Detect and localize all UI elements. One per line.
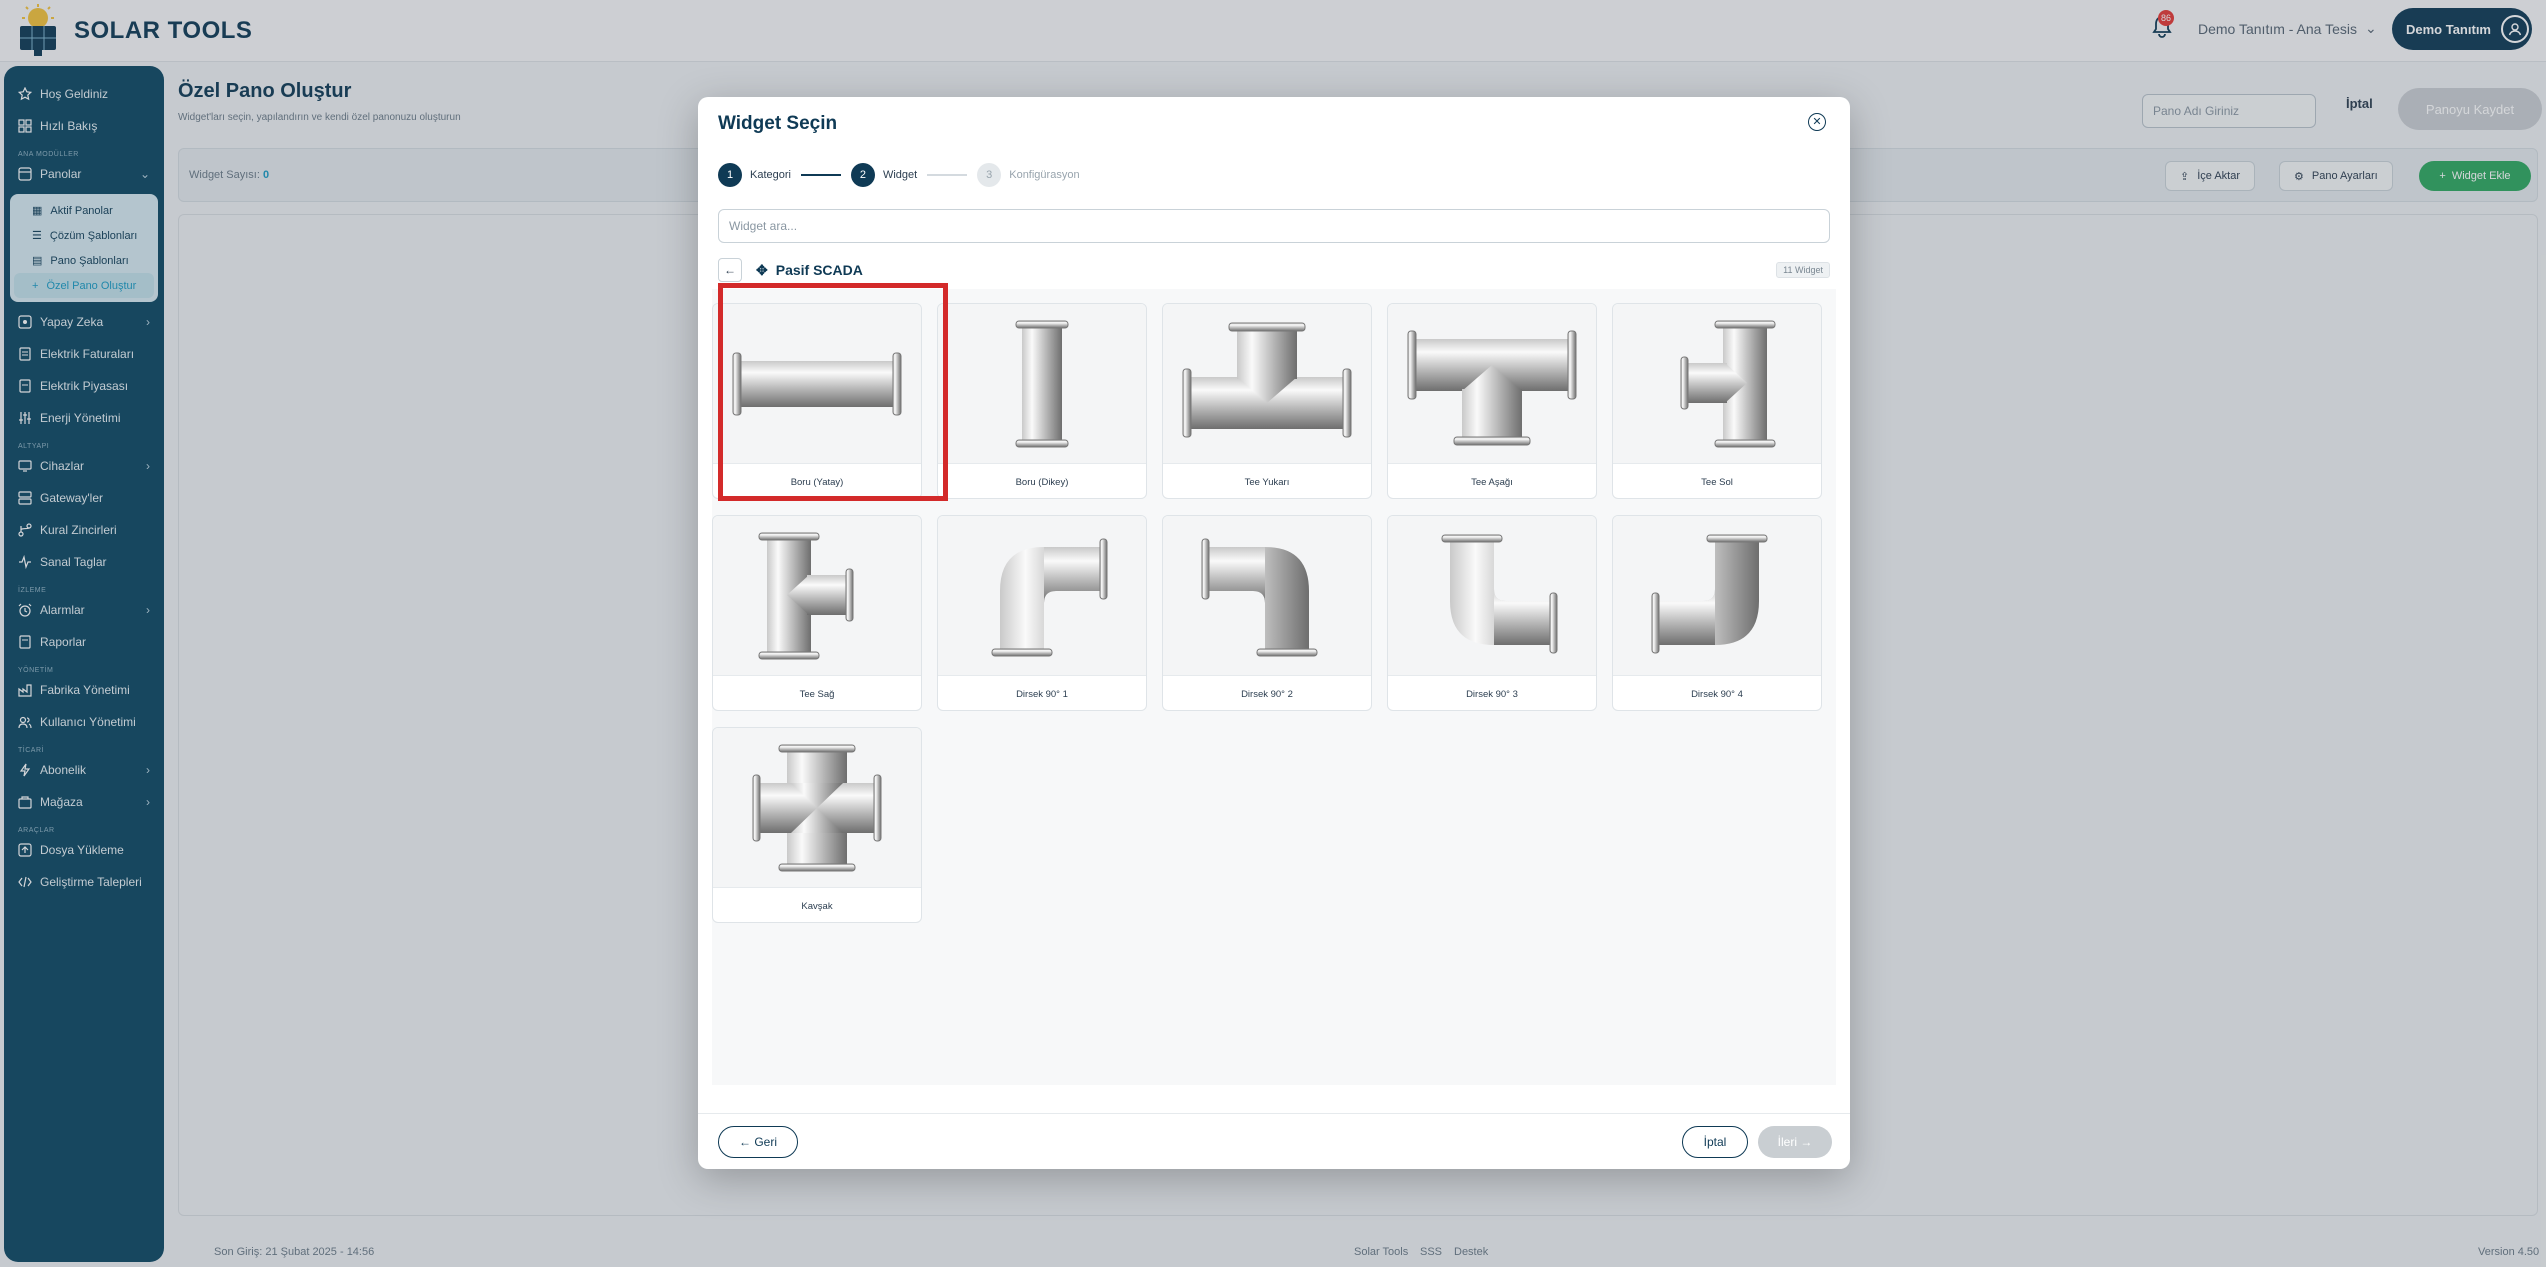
- widget-label: Boru (Dikey): [1015, 476, 1069, 488]
- widget-label: Dirsek 90° 1: [1016, 688, 1068, 700]
- tee-right-icon: [758, 532, 854, 659]
- widget-label: Dirsek 90° 3: [1466, 688, 1518, 700]
- widget-card-elbow-2[interactable]: Dirsek 90° 2: [1162, 515, 1372, 711]
- modal-title: Widget Seçin: [718, 113, 838, 134]
- widget-preview: [1388, 516, 1596, 676]
- widget-preview: [1388, 304, 1596, 464]
- junction-icon: [752, 744, 882, 871]
- widget-preview: [938, 516, 1146, 676]
- step-1-label: Kategori: [750, 169, 791, 181]
- stepper: 1 Kategori 2 Widget 3 Konfigürasyon: [718, 163, 1080, 187]
- widget-preview: [1613, 516, 1821, 676]
- category-widget-count: 11 Widget: [1776, 262, 1830, 278]
- step-connector: [927, 174, 968, 176]
- elbow-2-icon: [1201, 538, 1318, 656]
- tee-down-icon: [1407, 330, 1577, 445]
- widget-label: Tee Yukarı: [1244, 476, 1290, 488]
- widget-card-elbow-4[interactable]: Dirsek 90° 4: [1612, 515, 1822, 711]
- step-1-dot: 1: [718, 163, 742, 187]
- tee-left-icon: [1680, 320, 1776, 447]
- step-2-dot: 2: [850, 163, 875, 187]
- elbow-1-icon: [991, 538, 1108, 656]
- widget-label: Kavşak: [801, 900, 833, 912]
- modal-cancel-button[interactable]: İptal: [1682, 1126, 1748, 1158]
- category-header: ← ✥ Pasif SCADA 11 Widget: [718, 255, 1830, 285]
- widget-card-elbow-3[interactable]: Dirsek 90° 3: [1387, 515, 1597, 711]
- widget-preview: [1163, 516, 1371, 676]
- selected-widget-highlight: [718, 283, 948, 501]
- widget-preview: [1163, 304, 1371, 464]
- widget-preview: [713, 516, 921, 676]
- elbow-3-icon: [1441, 534, 1558, 653]
- widget-card-tee-right[interactable]: Tee Sağ: [712, 515, 922, 711]
- step-3-label: Konfigürasyon: [1009, 169, 1080, 181]
- widget-select-modal: Widget Seçin ✕ 1 Kategori 2 Widget 3 Kon…: [698, 97, 1850, 1169]
- widget-preview: [713, 728, 921, 888]
- widget-card-pipe-vertical[interactable]: Boru (Dikey): [937, 303, 1147, 499]
- widget-card-elbow-1[interactable]: Dirsek 90° 1: [937, 515, 1147, 711]
- widget-preview: [1613, 304, 1821, 464]
- elbow-4-icon: [1651, 534, 1768, 653]
- widget-search-input[interactable]: Widget ara...: [718, 209, 1830, 243]
- widget-card-tee-down[interactable]: Tee Aşağı: [1387, 303, 1597, 499]
- widget-card-tee-up[interactable]: Tee Yukarı: [1162, 303, 1372, 499]
- next-button[interactable]: İleri →: [1758, 1126, 1832, 1158]
- widget-label: Dirsek 90° 2: [1241, 688, 1293, 700]
- category-title: ✥ Pasif SCADA: [756, 262, 863, 279]
- pipe-vertical-icon: [1015, 320, 1069, 447]
- move-icon: ✥: [756, 261, 768, 278]
- widget-card-tee-left[interactable]: Tee Sol: [1612, 303, 1822, 499]
- widget-preview: [938, 304, 1146, 464]
- widget-label: Tee Sağ: [799, 688, 835, 700]
- close-icon[interactable]: ✕: [1808, 113, 1826, 131]
- back-arrow-icon[interactable]: ←: [718, 258, 742, 282]
- widget-grid: Boru (Yatay) Boru (Dikey) Tee Yukarı Tee…: [712, 283, 1836, 1085]
- widget-label: Tee Sol: [1701, 476, 1733, 488]
- step-connector: [800, 174, 841, 176]
- step-3-dot: 3: [977, 163, 1002, 187]
- widget-label: Tee Aşağı: [1471, 476, 1513, 488]
- back-button[interactable]: ← Geri: [718, 1126, 798, 1158]
- widget-card-junction[interactable]: Kavşak: [712, 727, 922, 923]
- category-name: Pasif SCADA: [775, 262, 863, 278]
- widget-label: Dirsek 90° 4: [1691, 688, 1743, 700]
- step-2-label: Widget: [882, 169, 918, 181]
- tee-up-icon: [1182, 322, 1352, 437]
- modal-footer: ← Geri İptal İleri →: [698, 1113, 1850, 1169]
